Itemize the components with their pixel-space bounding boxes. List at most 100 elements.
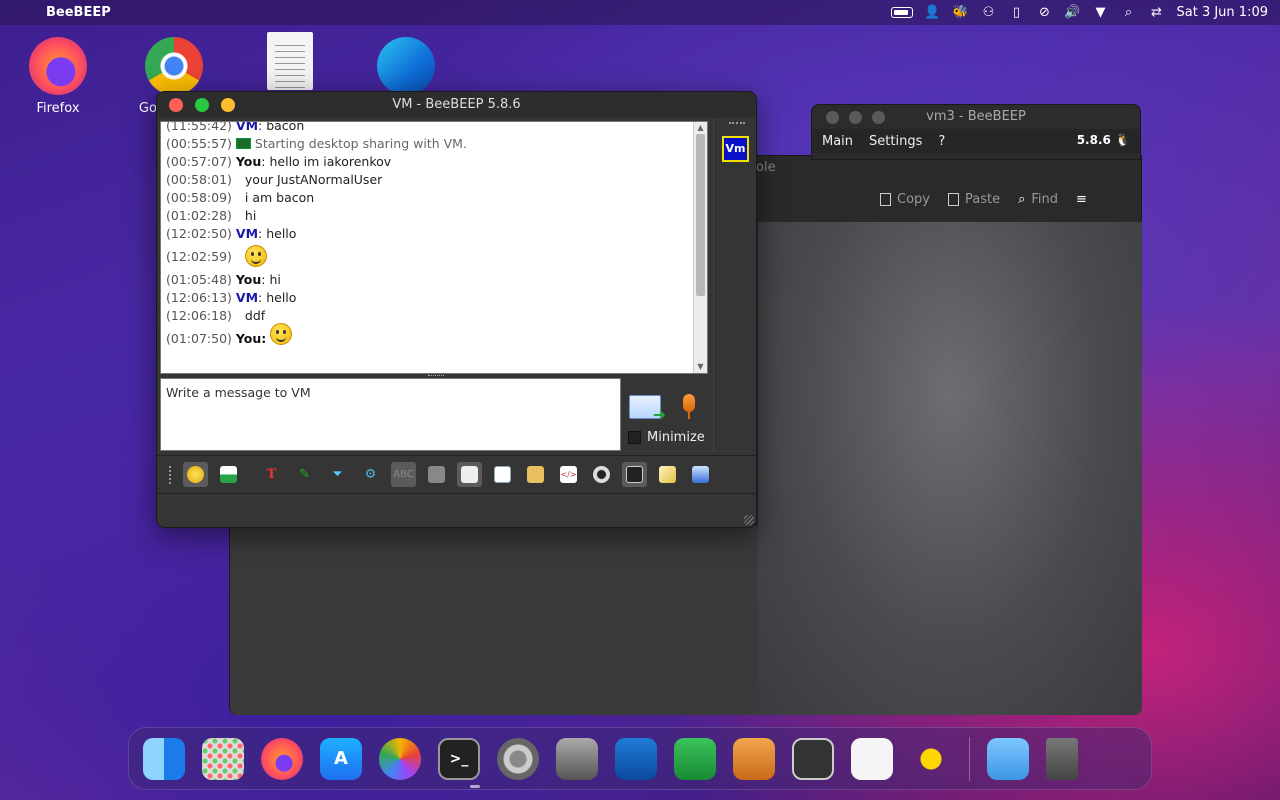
settings-button[interactable]: ⚙ <box>358 462 383 487</box>
desktop-icon-document[interactable] <box>250 32 330 96</box>
konsole-terminal-area[interactable] <box>758 222 1142 715</box>
chat-system-message: (00:55:57) Starting desktop sharing with … <box>166 135 467 151</box>
dock-finder-icon[interactable] <box>143 737 185 780</box>
microphone-icon[interactable] <box>683 394 695 419</box>
search-icon[interactable]: ⌕ <box>1121 5 1137 20</box>
zoom-button[interactable] <box>872 111 885 124</box>
zoom-button[interactable] <box>195 98 209 112</box>
menu-help[interactable]: ? <box>938 134 945 149</box>
dock-calc-icon[interactable] <box>674 737 716 780</box>
menubar-clock[interactable]: Sat 3 Jun 1:09 <box>1177 5 1269 20</box>
minimize-checkbox[interactable]: Minimize <box>628 430 705 445</box>
top-menubar: BeeBEEP 👤 🐝 ⚇ ▯ ⊘ 🔊 ▼ ⌕ ⇄ Sat 3 Jun 1:09 <box>0 0 1280 25</box>
notifications-muted-icon[interactable]: ⊘ <box>1037 5 1053 20</box>
window-title: VM - BeeBEEP 5.8.6 <box>392 97 521 112</box>
dock-system-settings-icon[interactable] <box>497 737 539 780</box>
chat-toolbar: T ✎ ⏷ ⚙ ABC </> <box>157 455 756 493</box>
dock-trash-icon[interactable] <box>1046 737 1078 780</box>
dock-beebeep-icon[interactable] <box>910 737 952 780</box>
send-email-button[interactable] <box>216 462 241 487</box>
sidebar-grip[interactable] <box>729 122 745 125</box>
screenshot-button[interactable] <box>589 462 614 487</box>
toolbar-grip[interactable] <box>169 465 173 484</box>
dock-screenshot-icon[interactable] <box>556 737 598 780</box>
envelope-icon <box>220 466 237 483</box>
hamburger-menu-icon[interactable]: ≡ <box>1076 192 1087 207</box>
minimize-button[interactable] <box>221 98 235 112</box>
chat-message: (12:02:50) VM: hello <box>166 225 297 241</box>
minimize-label: Minimize <box>647 430 705 445</box>
chat-window-titlebar[interactable]: VM - BeeBEEP 5.8.6 <box>157 92 756 118</box>
desktop-icon-firefox[interactable]: Firefox <box>18 37 98 116</box>
copy-button[interactable]: Copy <box>880 192 930 207</box>
font-button[interactable]: T <box>259 462 284 487</box>
chat-scrollbar[interactable]: ▲ ▼ <box>693 122 707 373</box>
checkbox[interactable] <box>628 431 641 444</box>
clear-chat-button[interactable] <box>688 462 713 487</box>
volume-icon[interactable]: 🔊 <box>1064 5 1080 20</box>
code-icon: </> <box>560 466 577 483</box>
desktop-share-icon <box>235 137 251 149</box>
dock-draw-icon[interactable] <box>733 737 775 780</box>
close-button[interactable] <box>169 98 183 112</box>
font-icon: T <box>266 467 277 482</box>
battery-icon[interactable] <box>890 7 913 18</box>
dock-app-store-icon[interactable]: A <box>320 737 362 780</box>
vm3-titlebar[interactable]: vm3 - BeeBEEP <box>812 105 1140 129</box>
konsole-left-pane <box>230 526 758 715</box>
code-button[interactable]: </> <box>556 462 581 487</box>
send-folder-button[interactable] <box>523 462 548 487</box>
smile-emoji-icon <box>244 245 267 267</box>
spellcheck-button[interactable]: ABC <box>391 462 416 487</box>
find-button[interactable]: ⌕ Find <box>1018 192 1058 207</box>
vm-chat-window[interactable]: VM - BeeBEEP 5.8.6 (11:55:42) VM: bacon (… <box>156 91 757 528</box>
user-avatar-vm[interactable]: Vm <box>722 136 749 162</box>
chevron-down-icon[interactable]: ▼ <box>1093 5 1109 20</box>
send-file-button[interactable] <box>490 462 515 487</box>
funnel-icon: ⏷ <box>332 467 343 482</box>
chat-message: (00:58:09) i am bacon <box>166 189 315 205</box>
close-button[interactable] <box>826 111 839 124</box>
clipboard-icon[interactable]: ▯ <box>1009 5 1025 20</box>
chat-history[interactable]: (11:55:42) VM: bacon (00:55:57) Starting d… <box>160 121 708 374</box>
user-icon[interactable]: 👤 <box>924 5 940 20</box>
dock-cassette-icon[interactable] <box>792 737 834 780</box>
message-input[interactable]: Write a message to VM <box>160 378 621 451</box>
minimize-button[interactable] <box>849 111 862 124</box>
chat-message: (01:02:28) hi <box>166 207 257 223</box>
clear-icon <box>692 466 709 483</box>
scrollbar-thumb[interactable] <box>696 134 705 296</box>
dictionary-icon <box>428 466 445 483</box>
save-chat-button[interactable] <box>655 462 680 487</box>
filter-button[interactable]: ⏷ <box>325 462 350 487</box>
font-color-button[interactable]: ✎ <box>292 462 317 487</box>
dock-firefox-icon[interactable] <box>261 737 303 780</box>
emoticon-icon <box>187 466 204 483</box>
menu-main[interactable]: Main <box>822 134 853 149</box>
control-center-icon[interactable]: ⇄ <box>1149 5 1165 20</box>
paste-button[interactable]: Paste <box>947 192 1000 207</box>
resize-grip[interactable] <box>744 515 754 525</box>
dock-launchpad-icon[interactable] <box>202 737 244 780</box>
scroll-down-arrow-icon[interactable]: ▼ <box>694 361 707 373</box>
dock-photos-icon[interactable] <box>379 737 421 780</box>
user-sidebar: Vm <box>713 118 756 453</box>
dictionary-button[interactable] <box>424 462 449 487</box>
notes-button[interactable] <box>457 462 482 487</box>
emoticons-button[interactable] <box>183 462 208 487</box>
dock-text-editor-icon[interactable] <box>851 737 893 780</box>
send-message-icon[interactable] <box>629 395 666 424</box>
chat-message: (01:07:50) You: <box>166 323 691 352</box>
dock-downloads-folder-icon[interactable] <box>987 737 1029 780</box>
active-app-name[interactable]: BeeBEEP <box>46 5 111 20</box>
user-switch-icon[interactable]: ⚇ <box>981 5 997 20</box>
window-controls <box>826 111 885 124</box>
file-send-icon <box>494 466 511 483</box>
dock-writer-icon[interactable] <box>615 737 657 780</box>
desktop-share-button[interactable] <box>622 462 647 487</box>
beebeep-tray-icon[interactable]: 🐝 <box>952 5 968 20</box>
dock-terminal-icon[interactable]: >_ <box>438 737 480 780</box>
scroll-up-arrow-icon[interactable]: ▲ <box>694 122 707 134</box>
menu-settings[interactable]: Settings <box>869 134 922 149</box>
vm3-beebeep-window[interactable]: vm3 - BeeBEEP Main Settings ? 5.8.6 🐧 <box>811 104 1141 160</box>
